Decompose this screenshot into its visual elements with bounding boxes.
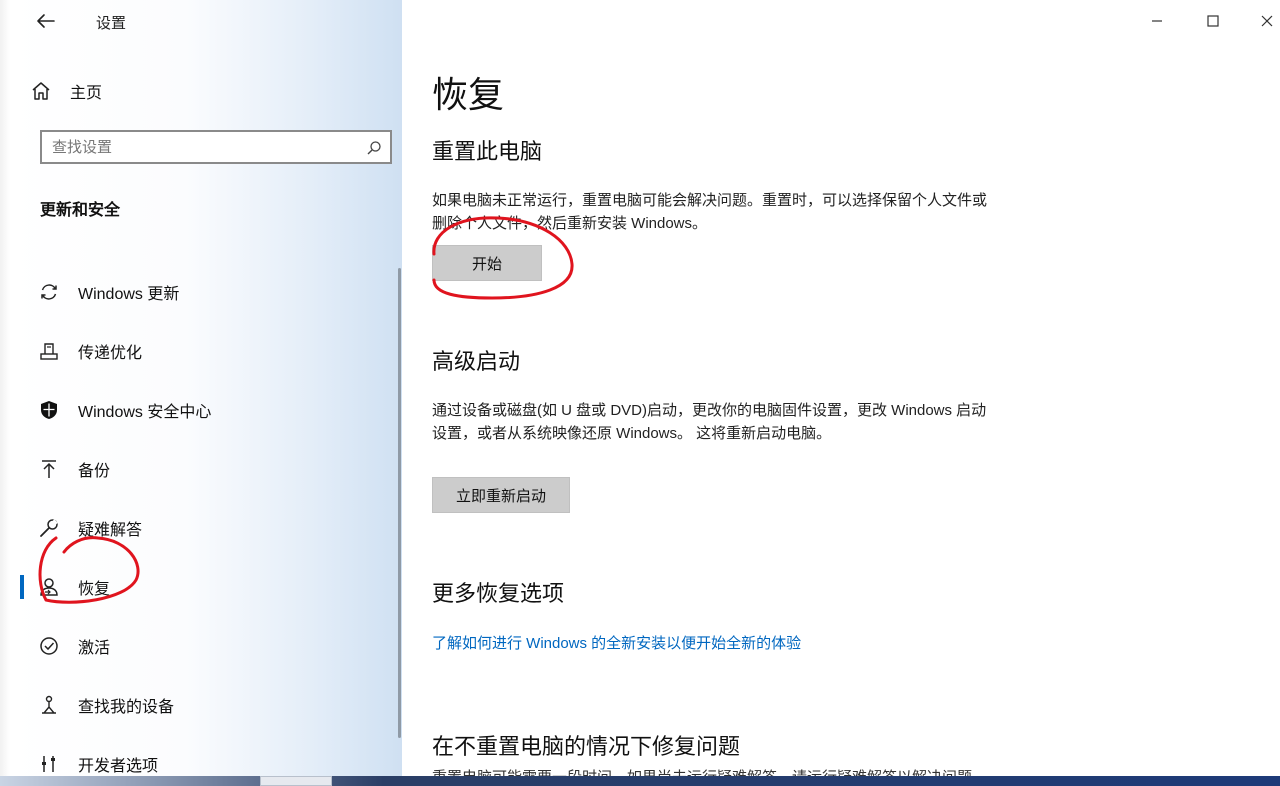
sidebar-item-label: 激活 — [78, 639, 111, 657]
home-label: 主页 — [70, 85, 103, 102]
sidebar-item-delivery-optimization[interactable]: 传递优化 — [28, 321, 398, 380]
fix-without-reset-heading: 在不重置电脑的情况下修复问题 — [432, 734, 741, 759]
sidebar-item-label: 疑难解答 — [78, 521, 143, 539]
more-recovery-options-heading: 更多恢复选项 — [432, 581, 565, 606]
sidebar-item-label: 开发者选项 — [78, 757, 159, 775]
sidebar-item-label: 恢复 — [78, 580, 111, 598]
settings-window: 设置 主页 更新和安全 Windows 更新 — [0, 0, 1280, 776]
sidebar-item-recovery[interactable]: 恢复 — [20, 557, 398, 616]
sidebar-scrollbar[interactable] — [398, 268, 401, 738]
sidebar-item-label: Windows 安全中心 — [78, 403, 212, 421]
sidebar-item-label: 查找我的设备 — [78, 698, 175, 716]
app-title: 设置 — [96, 15, 127, 32]
sidebar-item-label: Windows 更新 — [78, 285, 180, 303]
sidebar: 设置 主页 更新和安全 Windows 更新 — [10, 0, 402, 776]
sidebar-item-home[interactable]: 主页 — [30, 78, 330, 104]
home-icon — [32, 82, 50, 100]
sidebar-item-label: 备份 — [78, 462, 111, 480]
shield-icon — [41, 400, 57, 419]
fresh-install-link[interactable]: 了解如何进行 Windows 的全新安装以便开始全新的体验 — [432, 632, 801, 653]
taskbar — [0, 776, 1280, 786]
recovery-person-icon — [40, 577, 58, 596]
back-arrow-icon[interactable] — [32, 10, 60, 32]
search-box[interactable] — [40, 130, 392, 164]
delivery-optimization-icon — [40, 342, 58, 360]
section-heading: 更新和安全 — [40, 202, 121, 219]
sidebar-item-windows-update[interactable]: Windows 更新 — [28, 262, 398, 321]
taskbar-button[interactable] — [260, 776, 332, 786]
sidebar-nav-list: Windows 更新 传递优化 Windows 安全中心 备份 疑难解答 恢复 … — [20, 262, 398, 776]
window-left-edge — [0, 0, 10, 776]
check-circle-icon — [40, 636, 58, 655]
page-title: 恢复 — [432, 74, 505, 115]
advanced-startup-heading: 高级启动 — [432, 349, 521, 374]
sidebar-item-label: 传递优化 — [78, 344, 143, 362]
search-input[interactable] — [52, 137, 352, 157]
sync-icon — [41, 283, 57, 300]
sidebar-item-backup[interactable]: 备份 — [28, 439, 398, 498]
reset-description: 如果电脑未正常运行，重置电脑可能会解决问题。重置时，可以选择保留个人文件或删除个… — [432, 192, 988, 232]
sidebar-item-troubleshoot[interactable]: 疑难解答 — [28, 498, 398, 557]
sidebar-item-activation[interactable]: 激活 — [28, 616, 398, 675]
sidebar-item-find-my-device[interactable]: 查找我的设备 — [28, 675, 398, 734]
backup-upload-icon — [42, 459, 56, 478]
minimize-icon[interactable] — [1134, 6, 1180, 36]
close-icon[interactable] — [1244, 6, 1280, 36]
main-content: 恢复 重置此电脑 如果电脑未正常运行，重置电脑可能会解决问题。重置时，可以选择保… — [402, 0, 1280, 776]
maximize-icon[interactable] — [1190, 6, 1236, 36]
reset-heading: 重置此电脑 — [432, 139, 543, 164]
search-icon[interactable] — [366, 140, 382, 156]
advanced-startup-description: 通过设备或磁盘(如 U 盘或 DVD)启动，更改你的电脑固件设置，更改 Wind… — [432, 402, 987, 442]
developer-tools-icon — [42, 755, 55, 772]
reset-start-button[interactable]: 开始 — [432, 245, 542, 281]
sidebar-item-windows-security[interactable]: Windows 安全中心 — [28, 380, 398, 439]
wrench-icon — [40, 518, 58, 537]
fix-without-reset-description: 重置电脑可能需要一段时间。如果尚未运行疑难解答，请运行疑难解答以解决问题 — [432, 766, 972, 776]
find-device-person-icon — [42, 695, 56, 714]
restart-now-button[interactable]: 立即重新启动 — [432, 477, 570, 513]
sidebar-item-developer-options[interactable]: 开发者选项 — [28, 734, 398, 776]
